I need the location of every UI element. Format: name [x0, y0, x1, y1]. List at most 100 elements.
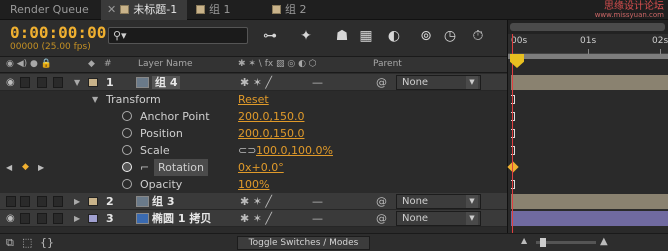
layer-duration-bar[interactable]	[511, 75, 668, 90]
mini-flowchart-icon[interactable]: ⊶	[260, 26, 280, 46]
property-value[interactable]: 200.0,150.0	[238, 108, 304, 125]
audio-toggle[interactable]	[20, 213, 30, 224]
layer-mode-switches[interactable]: —	[312, 210, 323, 227]
frame-blending-icon[interactable]: ▦	[356, 26, 376, 46]
layer-name[interactable]: 椭圆 1 拷贝	[152, 212, 211, 225]
toggle-panes-icon[interactable]: ⧉	[6, 236, 14, 250]
layer-name-cell[interactable]: 组 3	[136, 193, 174, 210]
search-input[interactable]: ⚲▾	[108, 27, 248, 44]
draft-3d-icon[interactable]: ✦	[296, 26, 316, 46]
tab-render-queue[interactable]: Render Queue	[4, 0, 99, 20]
brainstorm-icon[interactable]: ⊚	[416, 26, 436, 46]
stopwatch-icon[interactable]	[122, 145, 132, 155]
transform-group-row[interactable]: ▼ Transform Reset	[0, 91, 507, 108]
layer-name[interactable]: 组 4	[152, 76, 181, 89]
in-out-panes-icon[interactable]: ⬚	[22, 236, 32, 249]
layer-name-column[interactable]: Layer Name	[138, 59, 193, 69]
solo-toggle[interactable]	[37, 213, 47, 224]
layer-mode-switches[interactable]: —	[312, 193, 323, 210]
parent-dropdown[interactable]: None ▼	[396, 194, 481, 209]
parent-dropdown[interactable]: None ▼	[396, 75, 481, 90]
work-area-bar[interactable]	[508, 54, 668, 59]
lock-toggle[interactable]	[53, 77, 63, 88]
lock-toggle[interactable]	[53, 196, 63, 207]
property-row-position[interactable]: Position 200.0,150.0	[0, 125, 507, 142]
layer-row-2[interactable]: ▶ 2 组 3 ✱ ✶ ╱ — @ None ▼	[0, 193, 507, 210]
tab-comp-group-2[interactable]: 组 2	[266, 0, 324, 20]
layer-switches[interactable]: ✱ ✶ ╱	[240, 210, 272, 227]
keyframe-diamond[interactable]	[507, 161, 519, 173]
timeline-panel[interactable]: 00s 01s 02s	[507, 20, 668, 233]
audio-toggle[interactable]	[20, 196, 30, 207]
property-row-opacity[interactable]: Opacity 100%	[0, 176, 507, 193]
expand-triangle-icon[interactable]: ▼	[74, 74, 80, 91]
reset-link[interactable]: Reset	[238, 91, 269, 108]
parent-dropdown[interactable]: None ▼	[396, 211, 481, 226]
property-value[interactable]: 100.0,100.0%	[256, 142, 333, 159]
stretch-panes-icon[interactable]: {}	[40, 236, 54, 249]
number-column[interactable]: #	[104, 59, 112, 69]
tab-comp-untitled[interactable]: ✕ 未标题-1	[101, 0, 187, 20]
property-row-rotation[interactable]: ◀ ◆ ▶ ⌐ Rotation 0x+0.0°	[0, 159, 507, 176]
motion-blur-icon[interactable]: ◐	[384, 26, 404, 46]
layer-switches[interactable]: ✱ ✶ ╱	[240, 193, 272, 210]
prev-keyframe-icon[interactable]: ◀	[6, 159, 12, 176]
visibility-eye-icon[interactable]: ◉	[6, 74, 15, 91]
time-navigator-thumb[interactable]	[510, 23, 665, 31]
constrain-proportions-icon[interactable]: ⊂⊃	[238, 142, 256, 159]
label-color-swatch[interactable]	[88, 78, 98, 87]
zoom-slider-knob[interactable]	[540, 238, 546, 247]
property-row-anchor-point[interactable]: Anchor Point 200.0,150.0	[0, 108, 507, 125]
zoom-out-icon[interactable]: ▲	[521, 236, 527, 245]
solo-toggle[interactable]	[37, 196, 47, 207]
stopwatch-icon[interactable]	[122, 179, 132, 189]
label-color-swatch[interactable]	[88, 197, 98, 206]
layer-name-cell[interactable]: 组 4	[136, 74, 181, 91]
shy-layers-icon[interactable]: ☗	[332, 26, 352, 46]
stopwatch-icon[interactable]: ⏱	[468, 26, 488, 46]
lock-toggle[interactable]	[53, 213, 63, 224]
layer-row-1[interactable]: ◉ ▼ 1 组 4 ✱ ✶ ╱ — @ None ▼	[0, 74, 507, 91]
video-toggle[interactable]	[6, 196, 16, 207]
pickwhip-icon[interactable]: @	[376, 74, 387, 91]
solo-toggle[interactable]	[37, 77, 47, 88]
switches-column-icon[interactable]: ✱ ✶ \ fx ▨ ◎ ◐ ⬡	[238, 59, 317, 69]
expand-triangle-icon[interactable]: ▶	[74, 210, 80, 227]
pickwhip-icon[interactable]: @	[376, 193, 387, 210]
playhead-handle[interactable]	[510, 54, 524, 68]
close-icon[interactable]: ✕	[107, 3, 116, 16]
layer-name-cell[interactable]: 椭圆 1 拷贝	[136, 210, 211, 227]
stopwatch-icon[interactable]	[122, 128, 132, 138]
layer-switches[interactable]: ✱ ✶ ╱	[240, 74, 272, 91]
parent-column[interactable]: Parent	[373, 59, 402, 69]
layer-duration-bar[interactable]	[511, 211, 668, 226]
layer-mode-switches[interactable]: —	[312, 74, 323, 91]
current-time-display[interactable]: 0:00:00:00	[10, 23, 106, 42]
property-value[interactable]: 200.0,150.0	[238, 125, 304, 142]
property-value[interactable]: 100%	[238, 176, 269, 193]
layer-row-3[interactable]: ◉ ▶ 3 椭圆 1 拷贝 ✱ ✶ ╱ — @ None ▼	[0, 210, 507, 227]
toggle-switches-modes-button[interactable]: Toggle Switches / Modes	[237, 236, 370, 250]
stopwatch-icon[interactable]	[122, 111, 132, 121]
tab-comp-group-1[interactable]: 组 1	[190, 0, 248, 20]
zoom-in-icon[interactable]: ▲	[600, 236, 608, 247]
expand-triangle-icon[interactable]: ▶	[74, 193, 80, 210]
audio-toggle[interactable]	[20, 77, 30, 88]
visibility-eye-icon[interactable]: ◉	[6, 210, 15, 227]
graph-editor-icon[interactable]: ◷	[440, 26, 460, 46]
property-value[interactable]: 0x+0.0°	[238, 159, 284, 176]
timeline-zoom-slider[interactable]	[536, 238, 596, 247]
current-time-indicator[interactable]	[510, 34, 524, 233]
graph-icon[interactable]: ⌐	[140, 159, 149, 176]
property-row-scale[interactable]: Scale ⊂⊃ 100.0,100.0%	[0, 142, 507, 159]
av-features-icon[interactable]: ◉ ◀) ● 🔒	[6, 59, 52, 69]
time-ruler[interactable]: 00s 01s 02s	[508, 34, 668, 54]
next-keyframe-icon[interactable]: ▶	[38, 159, 44, 176]
collapse-triangle-icon[interactable]: ▼	[92, 91, 98, 108]
keyframe-indicator-icon[interactable]: ◆	[22, 159, 29, 176]
layer-duration-bar[interactable]	[511, 194, 668, 209]
stopwatch-active-icon[interactable]	[122, 162, 132, 172]
label-column-icon[interactable]: ◆	[88, 59, 95, 69]
pickwhip-icon[interactable]: @	[376, 210, 387, 227]
time-navigator[interactable]	[508, 20, 668, 34]
